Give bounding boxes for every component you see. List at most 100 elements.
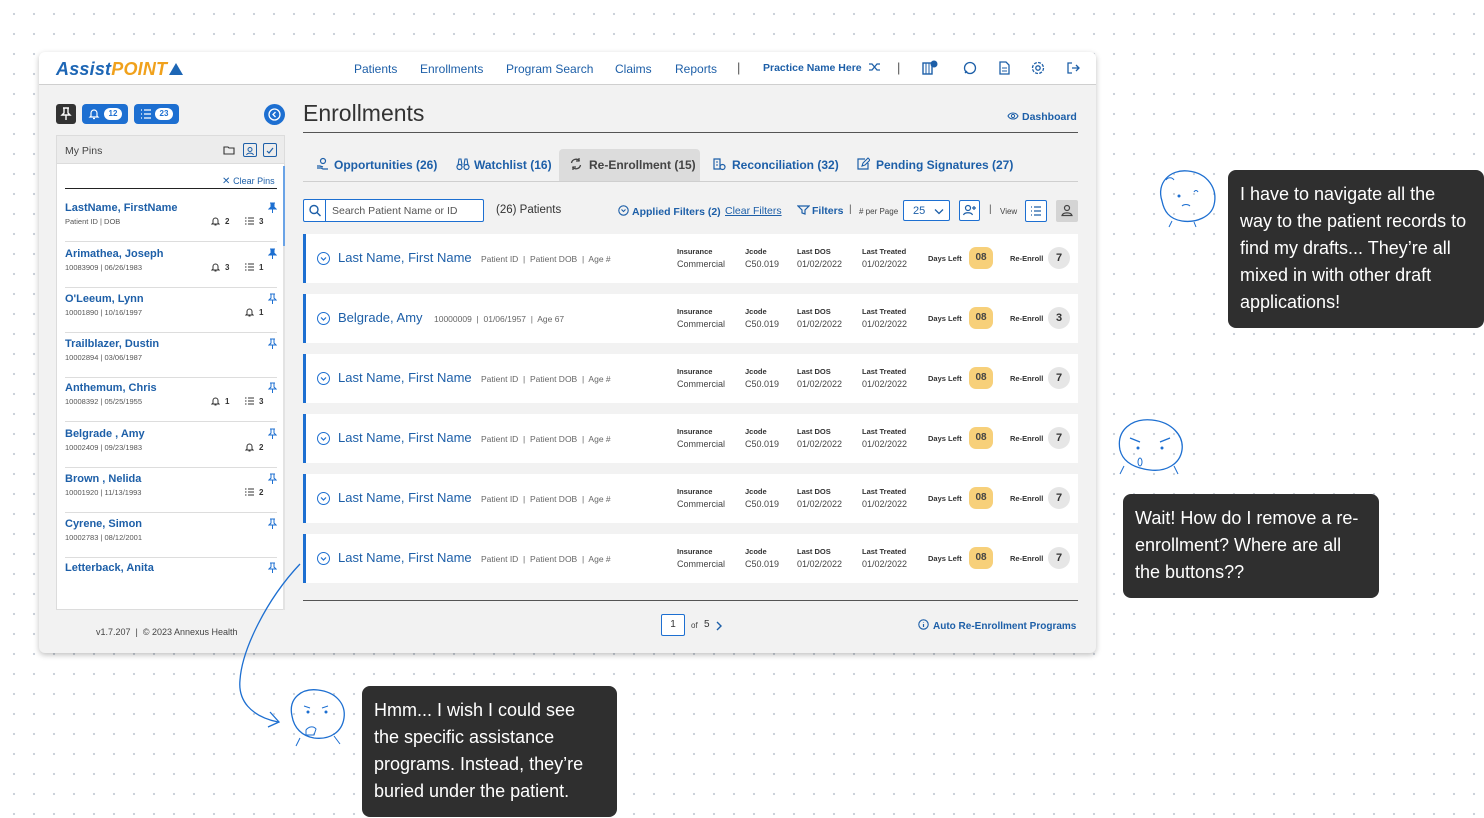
last-dos-value: 01/02/2022	[797, 319, 843, 329]
pinned-patient-name[interactable]: Cyrene, Simon	[65, 518, 142, 530]
pinned-patient-item[interactable]: Belgrade , Amy 10002409 | 09/23/1983 2	[65, 428, 277, 468]
pin-toggle-button[interactable]	[56, 104, 76, 124]
patient-card-icon[interactable]	[243, 143, 257, 157]
patient-name-link[interactable]: Last Name, First Name	[338, 250, 472, 265]
settings-icon[interactable]	[1030, 60, 1046, 76]
pinned-patient-name[interactable]: Arimathea, Joseph	[65, 248, 163, 260]
pinned-patient-item[interactable]: Arimathea, Joseph 10083909 | 06/26/1983 3 1	[65, 248, 277, 288]
re-enrollment-card[interactable]: Last Name, First Name Patient ID | Patien…	[303, 474, 1078, 523]
tab-reconciliation[interactable]: Reconciliation (32)	[704, 149, 839, 181]
re-enrollment-card[interactable]: Belgrade, Amy 10000009 | 01/06/1957 | Age…	[303, 294, 1078, 343]
pinned-patient-item[interactable]: Cyrene, Simon 10002783 | 08/12/2001	[65, 518, 277, 558]
re-enrollment-card[interactable]: Last Name, First Name Patient ID | Patien…	[303, 414, 1078, 463]
pin-icon[interactable]	[268, 338, 277, 349]
pinned-patient-name[interactable]: Letterback, Anita	[65, 562, 154, 574]
pin-icon	[60, 107, 72, 120]
patient-view-button[interactable]	[1056, 200, 1078, 222]
auto-reenrollment-programs-link[interactable]: Auto Re-Enrollment Programs	[918, 619, 1076, 632]
per-page-select[interactable]: 25	[903, 200, 950, 221]
search-button[interactable]	[304, 200, 326, 221]
pinned-patient-name[interactable]: LastName, FirstName	[65, 202, 178, 214]
expand-chevron-icon[interactable]	[317, 492, 330, 505]
expand-chevron-icon[interactable]	[317, 372, 330, 385]
pin-icon[interactable]	[268, 428, 277, 439]
nav-program-search[interactable]: Program Search	[506, 62, 593, 76]
pins-scroll-thumb[interactable]	[283, 166, 285, 246]
notifications-book-icon[interactable]	[922, 60, 938, 76]
re-enrollment-card[interactable]: Last Name, First Name Patient ID | Patien…	[303, 234, 1078, 283]
nav-enrollments[interactable]: Enrollments	[420, 62, 483, 76]
last-treated-label: Last Treated	[862, 247, 907, 256]
applied-filters-toggle[interactable]: Applied Filters (2)	[618, 205, 721, 218]
list-bottom-divider	[303, 600, 1078, 601]
clear-pins-button[interactable]: ✕ Clear Pins	[222, 176, 275, 187]
search-input[interactable]	[332, 203, 480, 218]
expand-chevron-icon[interactable]	[317, 432, 330, 445]
tab-re-enrollment[interactable]: Re-Enrollment (15)	[559, 149, 700, 181]
pin-icon[interactable]	[268, 248, 277, 259]
pinned-patient-name[interactable]: O'Leeum, Lynn	[65, 293, 144, 305]
nav-patients[interactable]: Patients	[354, 62, 397, 76]
add-patient-button[interactable]	[959, 200, 980, 221]
collapse-sidebar-button[interactable]	[264, 104, 285, 125]
pinned-patient-item[interactable]: Trailblazer, Dustin 10002894 | 03/06/1987	[65, 338, 277, 378]
patient-name-link[interactable]: Last Name, First Name	[338, 430, 472, 445]
next-page-button[interactable]	[714, 619, 724, 631]
pin-icon[interactable]	[268, 473, 277, 484]
dashboard-link[interactable]: Dashboard	[1007, 111, 1077, 123]
re-enrollment-card[interactable]: Last Name, First Name Patient ID | Patien…	[303, 534, 1078, 583]
pinned-patient-item[interactable]: Brown , Nelida 10001920 | 11/13/1993 2	[65, 473, 277, 513]
checklist-icon[interactable]	[263, 143, 277, 157]
pinned-patient-item[interactable]: LastName, FirstName Patient ID | DOB 2 3	[65, 202, 277, 242]
list-view-button[interactable]	[1025, 200, 1047, 222]
tasks-filter-button[interactable]: 23	[134, 104, 179, 124]
patient-name-link[interactable]: Last Name, First Name	[338, 370, 472, 385]
last-treated-label: Last Treated	[862, 547, 907, 556]
current-page-input[interactable]: 1	[661, 614, 685, 636]
pinned-patient-item[interactable]: O'Leeum, Lynn 10001890 | 10/16/1997 1	[65, 293, 277, 333]
nav-reports[interactable]: Reports	[675, 62, 717, 76]
annotation-bubble-drafts: I have to navigate all the way to the pa…	[1228, 170, 1484, 328]
notifications-filter-button[interactable]: 12	[82, 104, 128, 124]
patient-name-link[interactable]: Last Name, First Name	[338, 490, 472, 505]
pin-icon[interactable]	[268, 382, 277, 393]
patient-count: (26) Patients	[496, 204, 562, 216]
expand-chevron-icon[interactable]	[317, 252, 330, 265]
reenroll-label: Re-Enroll	[1010, 254, 1044, 263]
tab-pending-signatures[interactable]: Pending Signatures (27)	[849, 149, 1014, 181]
last-dos-label: Last DOS	[797, 487, 831, 496]
version-footer: v1.7.207 | © 2023 Annexus Health	[96, 627, 238, 637]
re-enrollment-card[interactable]: Last Name, First Name Patient ID | Patien…	[303, 354, 1078, 403]
clear-filters-link[interactable]: Clear Filters	[725, 205, 782, 217]
folder-icon[interactable]	[222, 143, 236, 157]
expand-chevron-icon[interactable]	[317, 312, 330, 325]
logout-icon[interactable]	[1065, 60, 1081, 76]
patient-name-link[interactable]: Last Name, First Name	[338, 550, 472, 565]
pinned-patient-name[interactable]: Belgrade , Amy	[65, 428, 145, 440]
pinned-patient-name[interactable]: Trailblazer, Dustin	[65, 338, 159, 350]
jcode-value: C50.019	[745, 319, 780, 329]
toolbar-divider: |	[989, 204, 992, 215]
pinned-patient-item[interactable]: Anthemum, Chris 10008392 | 05/25/1955 1 3	[65, 382, 277, 422]
tabs-divider	[303, 181, 1078, 182]
tab-watchlist[interactable]: Watchlist (16)	[450, 149, 556, 181]
pinned-patient-name[interactable]: Brown , Nelida	[65, 473, 141, 485]
chevron-right-icon	[716, 621, 722, 631]
page-title: Enrollments	[303, 100, 425, 126]
task-count: 2	[259, 488, 264, 497]
nav-claims[interactable]: Claims	[615, 62, 652, 76]
chat-icon[interactable]	[962, 60, 978, 76]
assistpoint-logo[interactable]: AssistPOINT	[56, 59, 184, 80]
pin-icon[interactable]	[268, 293, 277, 304]
document-icon[interactable]	[996, 60, 1012, 76]
pinned-patient-name[interactable]: Anthemum, Chris	[65, 382, 157, 394]
pinned-patient-meta: 10083909 | 06/26/1983	[65, 263, 143, 272]
nav-divider: |	[737, 60, 741, 75]
pin-icon[interactable]	[268, 202, 277, 213]
filters-button[interactable]: Filters	[796, 205, 844, 217]
practice-switcher[interactable]: Practice Name Here	[763, 62, 880, 74]
patient-name-link[interactable]: Belgrade, Amy	[338, 310, 423, 325]
pin-icon[interactable]	[268, 518, 277, 529]
insurance-value: Commercial	[677, 319, 726, 329]
tab-opportunities[interactable]: Opportunities (26)	[308, 149, 438, 181]
